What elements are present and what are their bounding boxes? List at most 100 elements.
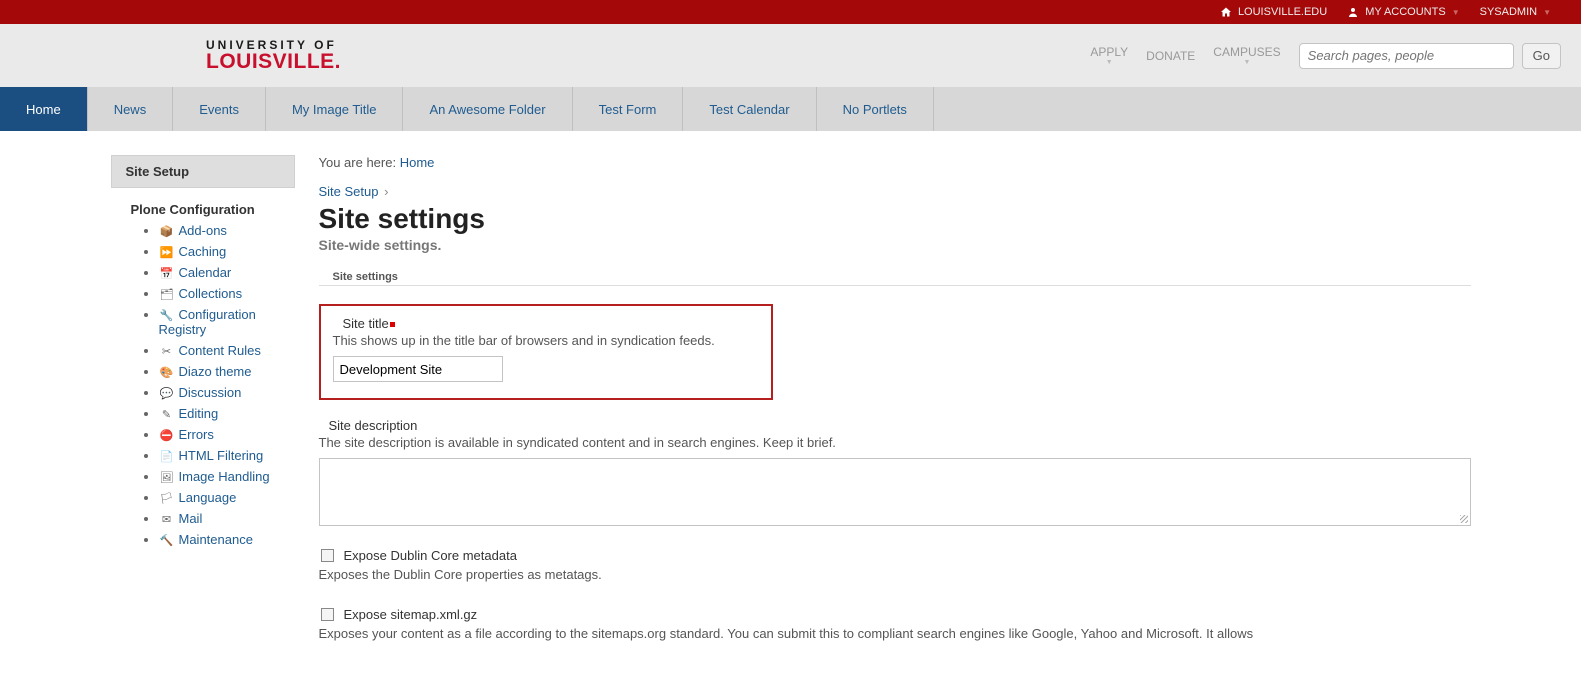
sidebar-link[interactable]: Caching xyxy=(179,244,227,259)
mail-icon: ✉ xyxy=(159,513,175,526)
caching-icon: ⏩ xyxy=(159,246,175,259)
sidebar-link-sub: Registry xyxy=(159,322,295,337)
donate-label: DONATE xyxy=(1146,49,1195,63)
sidebar-item-language[interactable]: 🏳 Language xyxy=(159,490,295,505)
page-title: Site settings xyxy=(319,203,1471,235)
site-title-help: This shows up in the title bar of browse… xyxy=(333,333,759,348)
sidebar-link[interactable]: Content Rules xyxy=(179,343,261,358)
sidebar-item-collections[interactable]: 🗂 Collections xyxy=(159,286,295,301)
my-accounts-menu[interactable]: MY ACCOUNTS ▼ xyxy=(1347,6,1459,18)
discussion-icon: 💬 xyxy=(159,387,175,400)
site-setup-link[interactable]: Site Setup xyxy=(319,184,379,199)
sidebar-link[interactable]: Diazo theme xyxy=(179,364,252,379)
sidebar-link[interactable]: Collections xyxy=(179,286,243,301)
dublin-core-label: Expose Dublin Core metadata xyxy=(344,548,517,563)
calendar-icon: 📅 xyxy=(159,267,175,280)
sidebar-item-add-ons[interactable]: 📦 Add-ons xyxy=(159,223,295,238)
breadcrumb-home-link[interactable]: Home xyxy=(400,155,435,170)
sidebar-link[interactable]: Discussion xyxy=(179,385,242,400)
top-utility-bar: LOUISVILLE.EDU MY ACCOUNTS ▼ SYSADMIN ▼ xyxy=(0,0,1581,24)
site-description-help: The site description is available in syn… xyxy=(319,435,1471,450)
sidebar-item-caching[interactable]: ⏩ Caching xyxy=(159,244,295,259)
chevron-down-icon: ▼ xyxy=(1543,8,1551,17)
sidebar-item-editing[interactable]: ✎ Editing xyxy=(159,406,295,421)
sidebar-link[interactable]: HTML Filtering xyxy=(179,448,264,463)
editing-icon: ✎ xyxy=(159,408,175,421)
louisville-link[interactable]: LOUISVILLE.EDU xyxy=(1220,6,1327,18)
content-rules-icon: ✂ xyxy=(159,345,175,358)
nav-tab-my-image-title[interactable]: My Image Title xyxy=(266,87,404,131)
errors-icon: ⛔ xyxy=(159,429,175,442)
setup-path: Site Setup › xyxy=(319,184,1471,199)
sidebar-item-errors[interactable]: ⛔ Errors xyxy=(159,427,295,442)
site-title-field-group: Site title This shows up in the title ba… xyxy=(319,304,773,400)
site-description-textarea[interactable] xyxy=(319,458,1471,526)
main-nav: HomeNewsEventsMy Image TitleAn Awesome F… xyxy=(0,87,1581,131)
html-filtering-icon: 📄 xyxy=(159,450,175,463)
sitemap-label: Expose sitemap.xml.gz xyxy=(344,607,478,622)
dublin-core-checkbox[interactable] xyxy=(321,549,334,562)
sidebar-link[interactable]: Add-ons xyxy=(179,223,227,238)
language-icon: 🏳 xyxy=(159,492,175,505)
sidebar-item-content-rules[interactable]: ✂ Content Rules xyxy=(159,343,295,358)
configuration-registry-icon: 🔧 xyxy=(159,309,175,322)
sidebar-item-mail[interactable]: ✉ Mail xyxy=(159,511,295,526)
sidebar-item-discussion[interactable]: 💬 Discussion xyxy=(159,385,295,400)
search-go-button[interactable]: Go xyxy=(1522,43,1561,69)
home-icon xyxy=(1220,6,1232,18)
sidebar-link[interactable]: Calendar xyxy=(179,265,232,280)
header-actions: APPLY▼ DONATE CAMPUSES▼ Go xyxy=(1090,43,1561,69)
campuses-link[interactable]: CAMPUSES▼ xyxy=(1213,45,1280,66)
sidebar-link[interactable]: Errors xyxy=(179,427,214,442)
sitemap-checkbox[interactable] xyxy=(321,608,334,621)
sysadmin-menu[interactable]: SYSADMIN ▼ xyxy=(1480,6,1551,18)
nav-tab-test-calendar[interactable]: Test Calendar xyxy=(683,87,816,131)
sidebar-item-configuration-registry[interactable]: 🔧 ConfigurationRegistry xyxy=(159,307,295,337)
nav-tab-an-awesome-folder[interactable]: An Awesome Folder xyxy=(403,87,572,131)
caret-icon: › xyxy=(384,184,388,199)
sidebar-link[interactable]: Image Handling xyxy=(179,469,270,484)
apply-label: APPLY xyxy=(1090,45,1128,59)
sidebar-link[interactable]: Mail xyxy=(179,511,203,526)
page-subtitle: Site-wide settings. xyxy=(319,237,1471,253)
main-content: You are here: Home Site Setup › Site set… xyxy=(319,155,1471,643)
site-logo[interactable]: UNIVERSITY OF LOUISVILLE. xyxy=(206,39,341,72)
site-description-label: Site description xyxy=(329,418,418,433)
sitemap-help: Exposes your content as a file according… xyxy=(319,624,1471,644)
sidebar-link[interactable]: Maintenance xyxy=(179,532,253,547)
sitemap-field-group: Expose sitemap.xml.gz Exposes your conte… xyxy=(319,607,1471,644)
site-title-input[interactable] xyxy=(333,356,503,382)
my-accounts-label: MY ACCOUNTS xyxy=(1365,6,1445,18)
campuses-label: CAMPUSES xyxy=(1213,45,1280,59)
search-input[interactable] xyxy=(1299,43,1514,69)
breadcrumb-prefix: You are here: xyxy=(319,155,397,170)
image-handling-icon: 🖼 xyxy=(159,471,175,484)
add-ons-icon: 📦 xyxy=(159,225,175,238)
section-divider xyxy=(319,285,1471,286)
maintenance-icon: 🔨 xyxy=(159,534,175,547)
nav-tab-home[interactable]: Home xyxy=(0,87,88,131)
apply-link[interactable]: APPLY▼ xyxy=(1090,45,1128,66)
sidebar-item-html-filtering[interactable]: 📄 HTML Filtering xyxy=(159,448,295,463)
sidebar-item-calendar[interactable]: 📅 Calendar xyxy=(159,265,295,280)
site-header: UNIVERSITY OF LOUISVILLE. APPLY▼ DONATE … xyxy=(0,24,1581,87)
sidebar-link[interactable]: Editing xyxy=(179,406,219,421)
nav-tab-no-portlets[interactable]: No Portlets xyxy=(817,87,934,131)
user-icon xyxy=(1347,6,1359,18)
breadcrumb: You are here: Home xyxy=(319,155,1471,170)
nav-tab-test-form[interactable]: Test Form xyxy=(573,87,684,131)
donate-link[interactable]: DONATE xyxy=(1146,49,1195,63)
sidebar-section-title: Plone Configuration xyxy=(131,202,295,217)
sidebar-link[interactable]: Language xyxy=(179,490,237,505)
site-description-field-group: Site description The site description is… xyxy=(319,418,1471,526)
sidebar-item-diazo-theme[interactable]: 🎨 Diazo theme xyxy=(159,364,295,379)
nav-tab-news[interactable]: News xyxy=(88,87,174,131)
collections-icon: 🗂 xyxy=(159,288,175,301)
sidebar-link[interactable]: Configuration xyxy=(179,307,256,322)
nav-tab-events[interactable]: Events xyxy=(173,87,266,131)
required-indicator-icon xyxy=(390,322,395,327)
sidebar-item-image-handling[interactable]: 🖼 Image Handling xyxy=(159,469,295,484)
site-title-label: Site title xyxy=(343,316,389,331)
sidebar-item-maintenance[interactable]: 🔨 Maintenance xyxy=(159,532,295,547)
diazo-theme-icon: 🎨 xyxy=(159,366,175,379)
